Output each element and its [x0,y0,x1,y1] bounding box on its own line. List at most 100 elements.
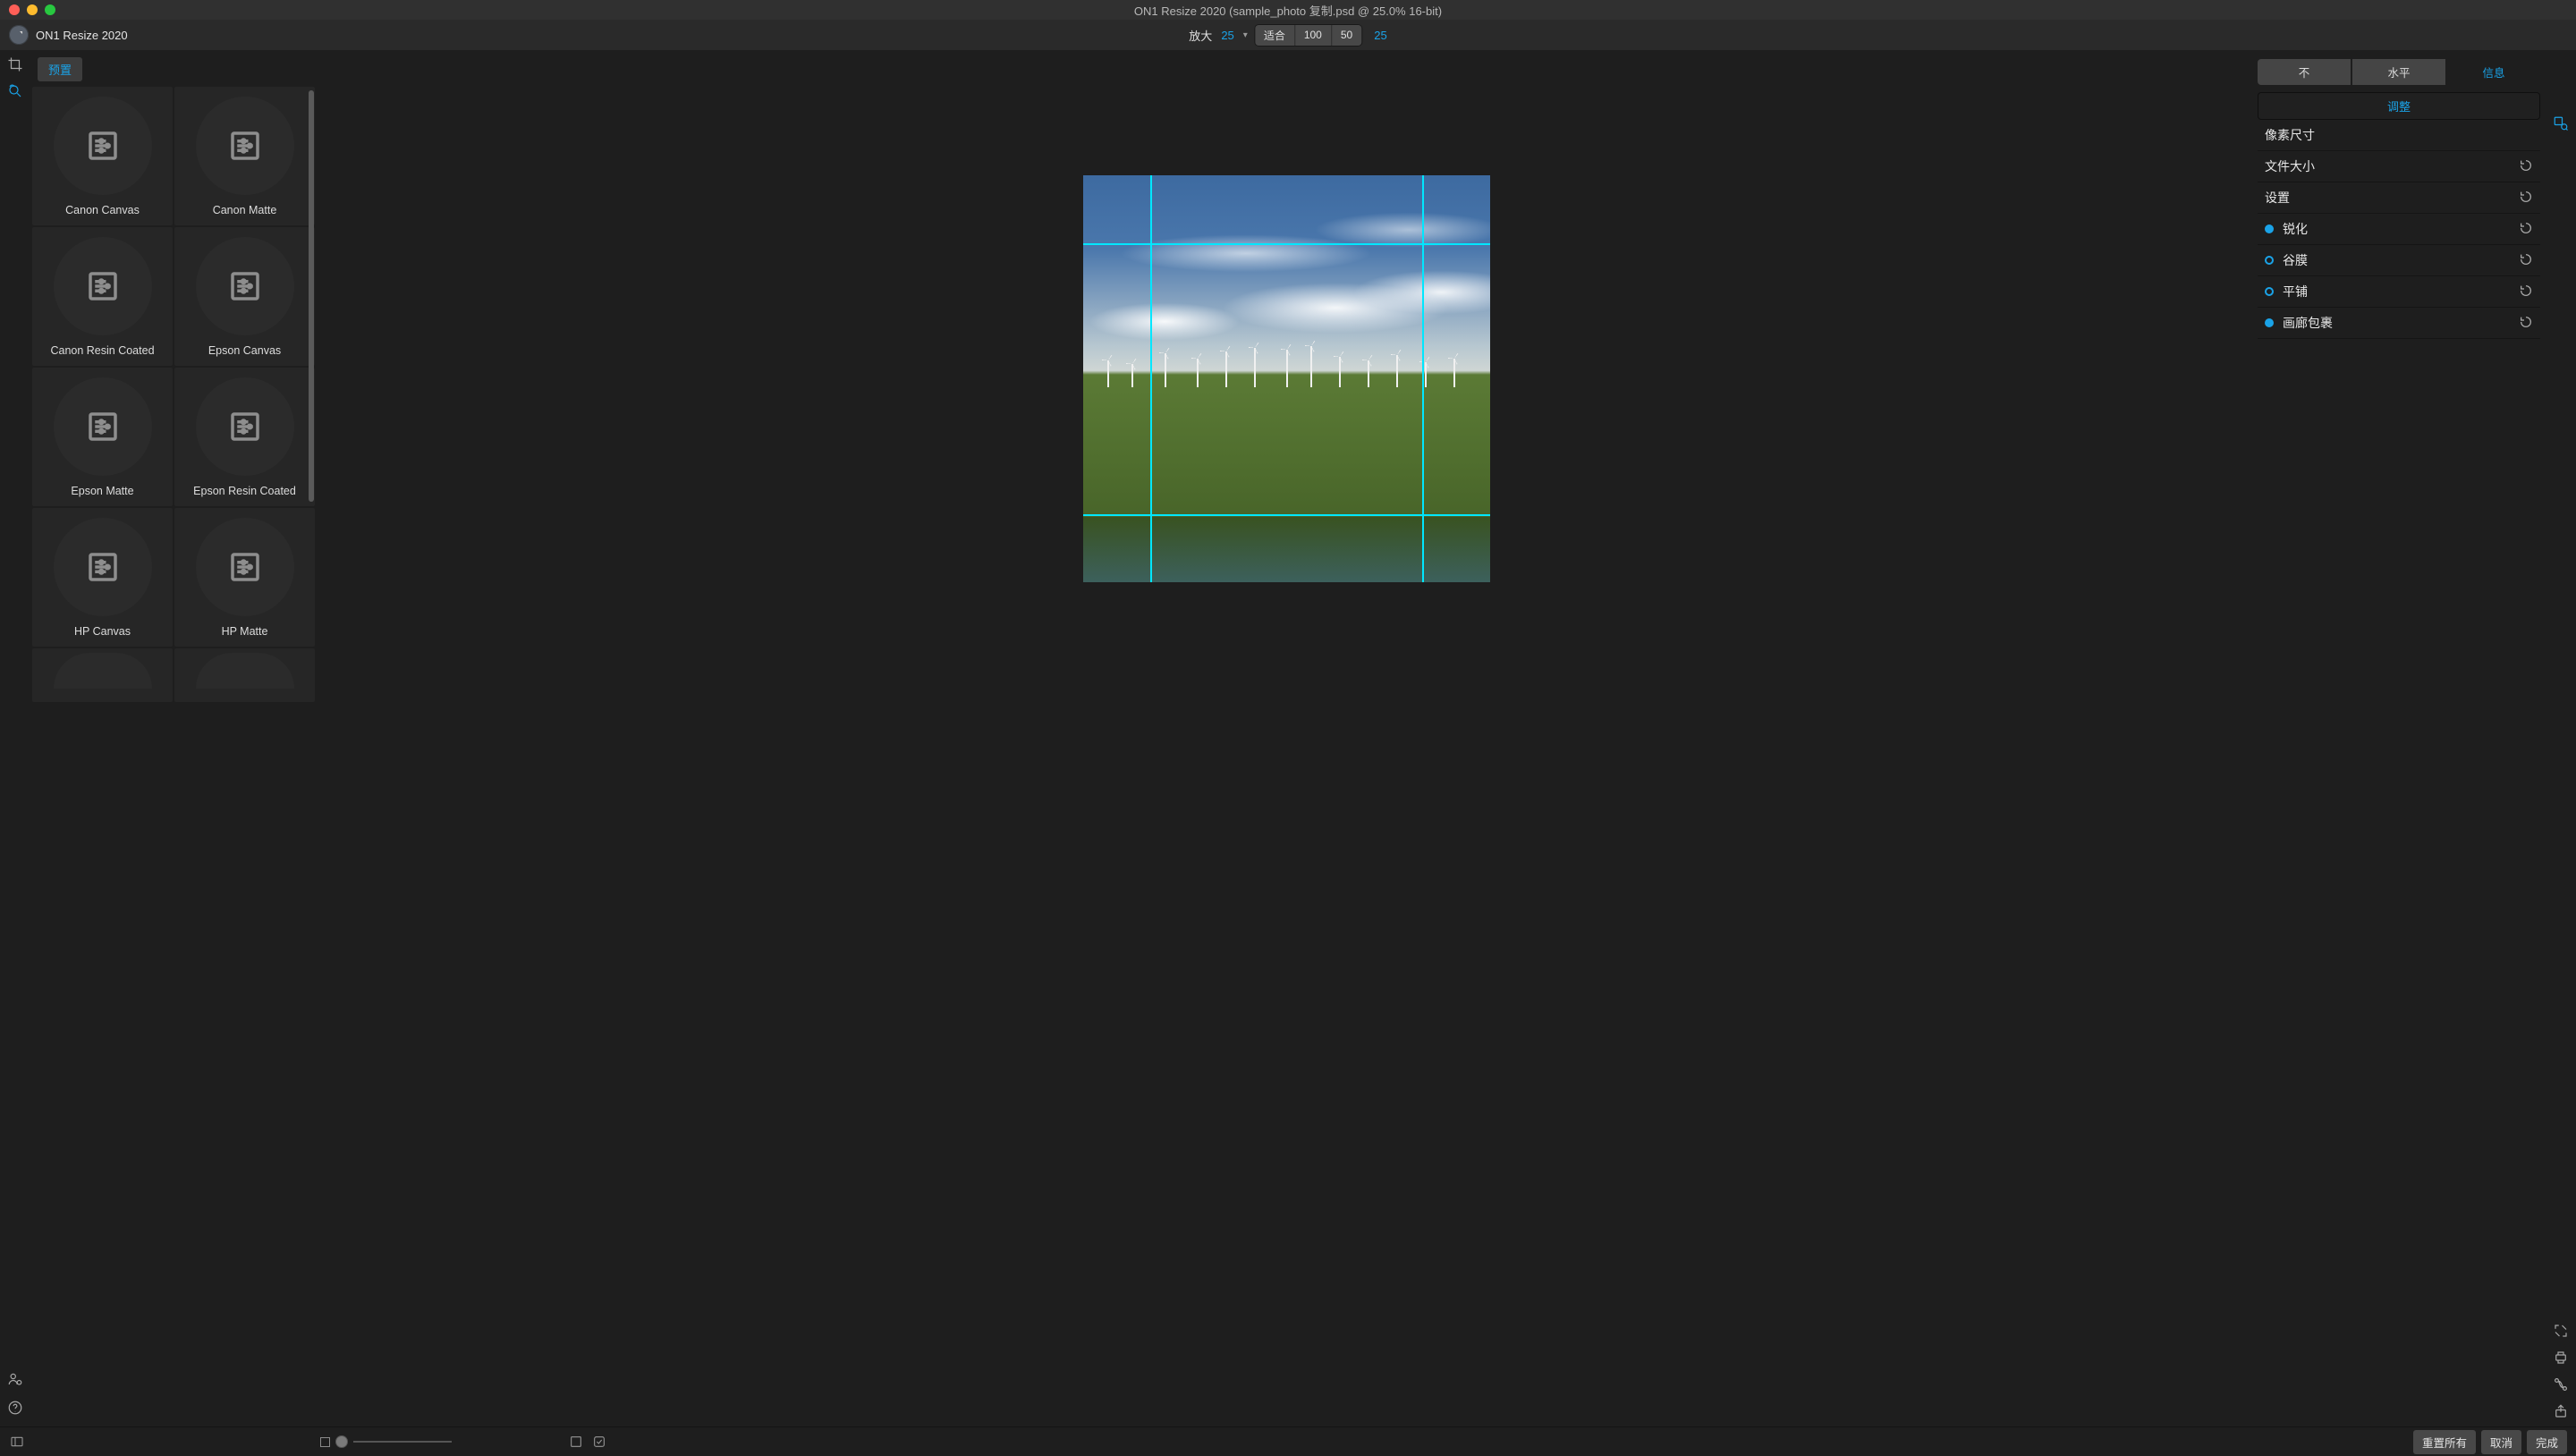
reset-icon[interactable] [2519,190,2533,207]
app-icon [9,25,29,45]
zoom-50-button[interactable]: 50 [1332,25,1361,46]
navigator-icon[interactable] [2552,114,2570,132]
done-button[interactable]: 完成 [2527,1430,2567,1454]
slider-knob[interactable] [335,1435,348,1448]
preset-thumb-icon [54,653,152,689]
preset-item-partial[interactable] [32,648,173,702]
presets-grid: Canon Canvas Canon Matte Canon Resin Coa… [30,87,317,1420]
reset-icon[interactable] [2519,221,2533,238]
preset-item[interactable]: Epson Resin Coated [174,368,315,506]
preset-thumb-icon [196,237,294,335]
titlebar: ON1 Resize 2020 (sample_photo 复制.psd @ 2… [0,0,2576,20]
preset-item[interactable]: HP Canvas [32,508,173,647]
tab-info[interactable]: 信息 [2447,59,2540,85]
image-reflection [1083,517,1490,582]
status-dot-icon [2265,287,2274,296]
zoom-fit-button[interactable]: 适合 [1255,25,1295,46]
main-area: 预置 Canon Canvas Canon Matte Canon Resin … [0,50,2576,1456]
pan-zoom-tool-icon[interactable] [6,82,24,100]
bottom-bar: 重置所有 取消 完成 [0,1426,2576,1456]
view-single-icon[interactable] [568,1434,584,1450]
thumbnail-size-slider[interactable] [320,1435,452,1448]
section-settings[interactable]: 设置 [2258,182,2540,214]
preset-thumb-icon [196,97,294,195]
section-label: 像素尺寸 [2265,126,2315,144]
help-icon[interactable] [6,1399,24,1417]
preset-item-partial[interactable] [174,648,315,702]
close-window-icon[interactable] [9,4,20,15]
preset-label: HP Matte [222,625,268,638]
app-name: ON1 Resize 2020 [36,29,128,42]
small-thumb-icon [320,1437,330,1447]
grid-line [1083,243,1490,245]
preset-label: Epson Matte [71,485,133,497]
reset-all-button[interactable]: 重置所有 [2413,1430,2476,1454]
cancel-button[interactable]: 取消 [2481,1430,2521,1454]
canvas-area[interactable] [317,50,2256,1456]
grid-line [1150,175,1152,582]
preset-thumb-icon [54,377,152,476]
reset-icon[interactable] [2519,315,2533,332]
section-pixel-size[interactable]: 像素尺寸 [2258,120,2540,151]
print-icon[interactable] [2552,1349,2570,1367]
grid-line [1422,175,1424,582]
maximize-window-icon[interactable] [45,4,55,15]
softproof-icon[interactable] [591,1434,607,1450]
section-label: 设置 [2265,189,2290,207]
sync-icon[interactable] [2552,1376,2570,1393]
status-dot-icon [2265,318,2274,327]
share-icon[interactable] [2552,1402,2570,1420]
zoom-100-button[interactable]: 100 [1295,25,1332,46]
window-controls [9,4,55,15]
section-label: 锐化 [2283,220,2308,238]
right-tool-strip [2546,50,2576,1456]
preset-item[interactable]: HP Matte [174,508,315,647]
preset-item[interactable]: Epson Matte [32,368,173,506]
preset-label: HP Canvas [74,625,131,638]
preset-thumb-icon [196,653,294,689]
crop-tool-icon[interactable] [6,55,24,73]
presets-tab[interactable]: 预置 [38,57,82,81]
person-settings-icon[interactable] [6,1370,24,1388]
section-tile[interactable]: 平铺 [2258,276,2540,308]
preset-item[interactable]: Canon Resin Coated [32,227,173,366]
status-dot-icon [2265,224,2274,233]
preset-item[interactable]: Canon Canvas [32,87,173,225]
section-film[interactable]: 谷膜 [2258,245,2540,276]
tab-none[interactable]: 不 [2258,59,2351,85]
fullscreen-icon[interactable] [2552,1322,2570,1340]
reset-icon[interactable] [2519,284,2533,301]
section-file-size[interactable]: 文件大小 [2258,151,2540,182]
zoom-segmented: 适合 100 50 [1255,25,1361,46]
preset-item[interactable]: Epson Canvas [174,227,315,366]
zoom-label: 放大 [1189,27,1212,44]
preset-item[interactable]: Canon Matte [174,87,315,225]
section-label: 画廊包裹 [2283,314,2333,332]
zoom-current: 25 [1368,29,1386,42]
preset-label: Canon Resin Coated [50,344,154,357]
preset-thumb-icon [54,518,152,616]
zoom-value[interactable]: 25 [1219,29,1235,42]
adjust-tab[interactable]: 调整 [2258,92,2540,120]
slider-track[interactable] [353,1441,452,1443]
section-label: 平铺 [2283,283,2308,301]
chevron-down-icon[interactable]: ▾ [1243,30,1248,40]
section-sharpen[interactable]: 锐化 [2258,214,2540,245]
app-bar: ON1 Resize 2020 放大 25 ▾ 适合 100 50 25 [0,20,2576,51]
preset-label: Canon Matte [213,204,277,216]
section-gallery-wrap[interactable]: 画廊包裹 [2258,308,2540,339]
reset-icon[interactable] [2519,252,2533,269]
window-title: ON1 Resize 2020 (sample_photo 复制.psd @ 2… [0,2,2576,19]
image-canvas[interactable] [1083,175,1490,582]
presets-panel: 预置 Canon Canvas Canon Matte Canon Resin … [30,50,317,1456]
preset-label: Canon Canvas [65,204,140,216]
scrollbar-thumb[interactable] [309,90,314,502]
tab-horizontal[interactable]: 水平 [2352,59,2445,85]
preset-thumb-icon [196,518,294,616]
preset-thumb-icon [54,237,152,335]
left-tool-strip [0,50,30,1456]
panel-left-icon[interactable] [9,1434,25,1450]
reset-icon[interactable] [2519,158,2533,175]
preset-label: Epson Resin Coated [193,485,296,497]
minimize-window-icon[interactable] [27,4,38,15]
